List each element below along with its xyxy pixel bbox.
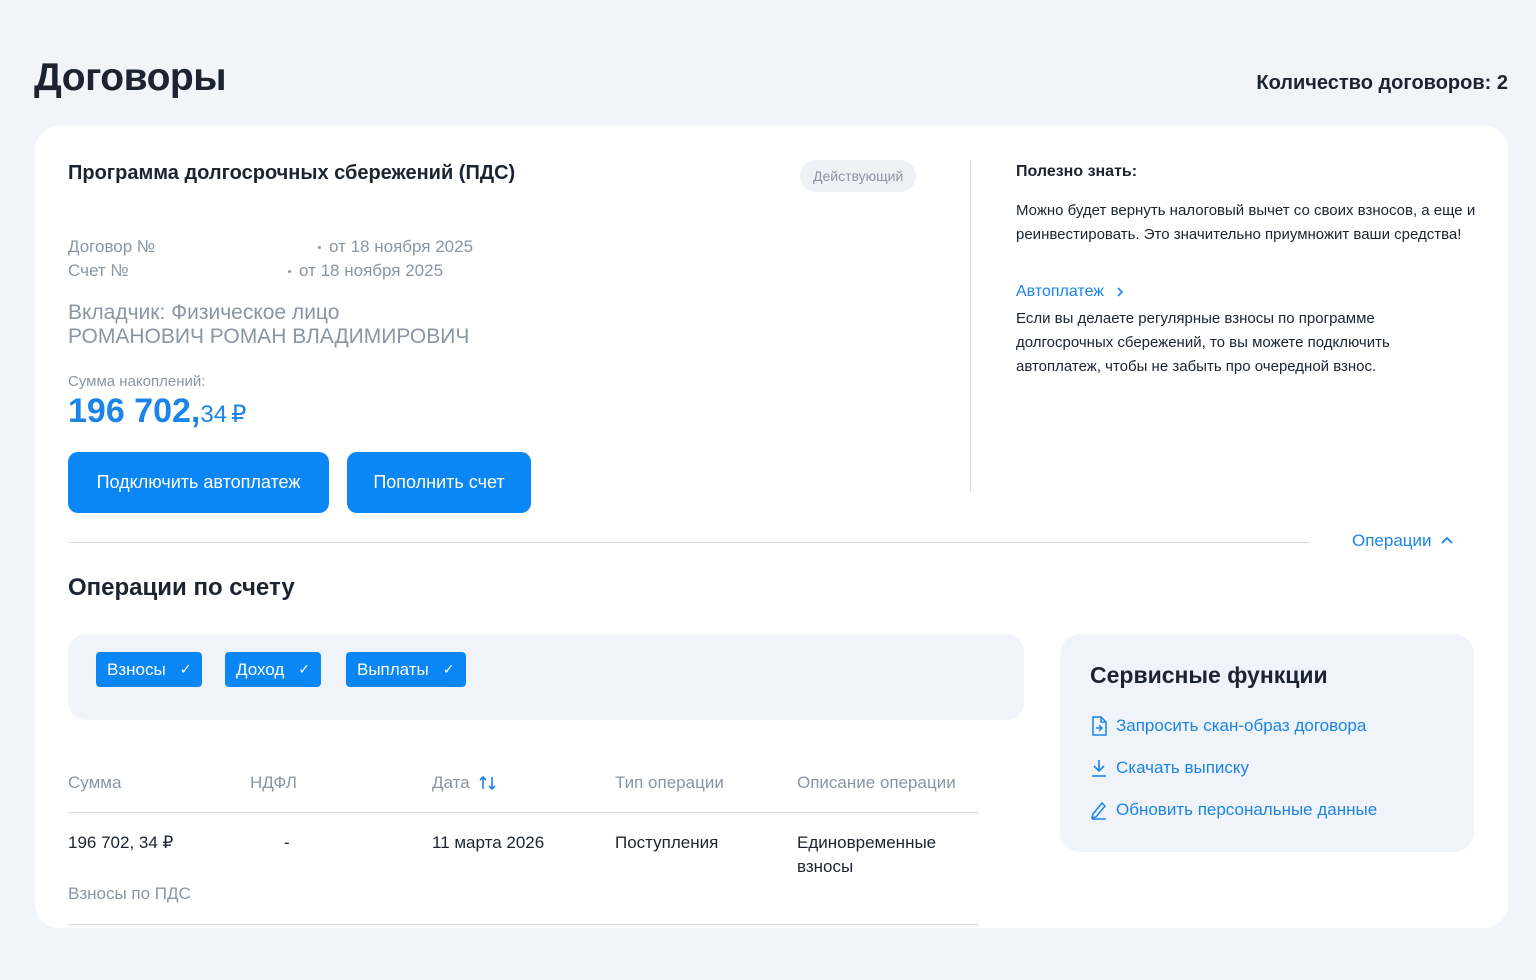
document-icon bbox=[1092, 716, 1107, 736]
autopay-text: Если вы делаете регулярные взносы по про… bbox=[1016, 310, 1390, 375]
download-statement-link[interactable]: Скачать выписку bbox=[1090, 758, 1249, 778]
tips-title: Полезно знать: bbox=[1016, 163, 1138, 180]
cell-amount: 196 702, 34 ₽ bbox=[68, 833, 174, 852]
chevron-right-icon bbox=[1117, 287, 1124, 297]
table-divider bbox=[68, 812, 979, 813]
cell-type: Поступления bbox=[615, 833, 719, 852]
program-title: Программа долгосрочных сбережений (ПДС) bbox=[68, 162, 516, 184]
account-number-label: Счет № bbox=[68, 261, 129, 280]
sort-icon bbox=[479, 775, 496, 791]
contract-number-row: Договор № от 18 ноября 2025 bbox=[68, 237, 473, 257]
check-icon: ✓ bbox=[298, 661, 311, 677]
service-title: Сервисные функции bbox=[1090, 662, 1328, 688]
column-header-amount: Сумма bbox=[68, 773, 122, 792]
update-personal-data-link[interactable]: Обновить персональные данные bbox=[1090, 800, 1377, 820]
cell-subtitle: Взносы по ПДС bbox=[68, 884, 191, 903]
chevron-up-icon bbox=[1440, 536, 1453, 544]
contract-number-label: Договор № bbox=[68, 237, 156, 256]
cell-date: 11 марта 2026 bbox=[432, 833, 545, 852]
vertical-divider bbox=[970, 160, 971, 492]
filter-panel: Взносы ✓ Доход ✓ Выплаты ✓ bbox=[68, 634, 1024, 720]
request-scan-link[interactable]: Запросить скан-образ договора bbox=[1090, 716, 1366, 736]
depositor-type: Вкладчик: Физическое лицо bbox=[68, 301, 340, 324]
depositor-info: Вкладчик: Физическое лицо РОМАНОВИЧ РОМА… bbox=[68, 301, 469, 349]
filter-chip-payouts[interactable]: Выплаты ✓ bbox=[346, 652, 466, 687]
tips-text: Можно будет вернуть налоговый вычет со с… bbox=[1016, 202, 1476, 243]
service-panel: Сервисные функции Запросить скан-образ д… bbox=[1060, 634, 1474, 852]
check-icon: ✓ bbox=[179, 661, 192, 677]
filter-chip-income[interactable]: Доход ✓ bbox=[225, 652, 322, 687]
depositor-name: РОМАНОВИЧ РОМАН ВЛАДИМИРОВИЧ bbox=[68, 325, 470, 348]
cell-description: Единовременные взносы bbox=[797, 833, 937, 876]
account-date: от 18 ноября 2025 bbox=[288, 261, 443, 281]
contract-card: Программа долгосрочных сбережений (ПДС) … bbox=[35, 126, 1508, 928]
contract-date: от 18 ноября 2025 bbox=[318, 237, 473, 257]
column-header-type: Тип операции bbox=[615, 773, 724, 792]
filter-chip-contributions[interactable]: Взносы ✓ bbox=[96, 652, 203, 687]
operations-title: Операции по счету bbox=[68, 574, 295, 601]
edit-icon bbox=[1090, 801, 1107, 820]
operations-toggle[interactable]: Операции bbox=[1352, 531, 1454, 551]
autopay-link[interactable]: Автоплатеж bbox=[1016, 283, 1124, 301]
check-icon: ✓ bbox=[442, 661, 455, 677]
column-header-ndfl: НДФЛ bbox=[250, 773, 297, 792]
account-number-row: Счет № от 18 ноября 2025 bbox=[68, 261, 443, 281]
savings-sum-value: 196 702,34 ₽ bbox=[68, 392, 247, 430]
contracts-count: Количество договоров: 2 bbox=[1256, 72, 1508, 94]
savings-sum-label: Сумма накоплений: bbox=[68, 373, 206, 390]
download-icon bbox=[1092, 760, 1106, 777]
section-divider bbox=[68, 542, 1310, 543]
column-header-date[interactable]: Дата bbox=[432, 773, 498, 793]
connect-autopay-button[interactable]: Подключить автоплатеж bbox=[68, 452, 329, 513]
table-divider bbox=[68, 924, 979, 925]
cell-ndfl: - bbox=[284, 833, 290, 852]
page-title: Договоры bbox=[34, 56, 227, 99]
status-badge: Действующий bbox=[800, 160, 917, 192]
column-header-description: Описание операции bbox=[797, 773, 956, 792]
top-up-button[interactable]: Пополнить счет bbox=[347, 452, 531, 513]
